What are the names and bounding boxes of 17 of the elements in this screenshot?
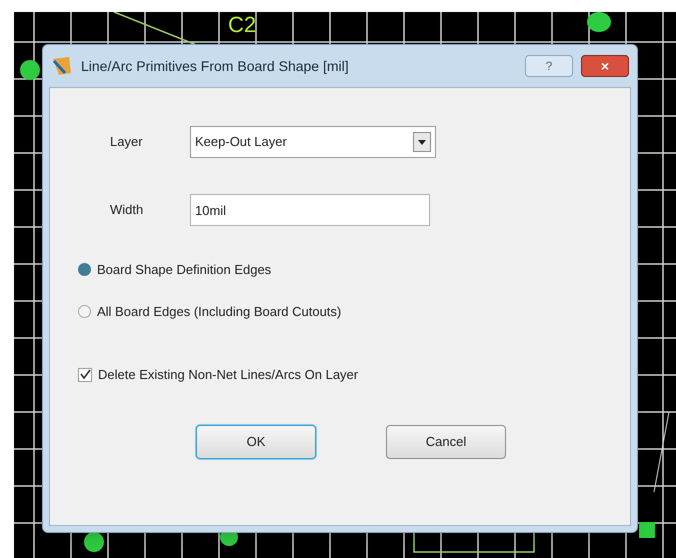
window-title: Line/Arc Primitives From Board Shape [mil]	[81, 56, 350, 76]
component-label: C2	[228, 14, 256, 36]
radio-option[interactable]: All Board Edges (Including Board Cutouts)	[78, 302, 630, 321]
close-button[interactable]: ×	[581, 55, 629, 77]
dialog-button[interactable]: Cancel	[386, 424, 506, 458]
radio-button[interactable]	[78, 263, 91, 276]
app-logo-icon	[51, 55, 73, 77]
width-label: Width	[110, 201, 144, 220]
radio-button[interactable]	[78, 304, 91, 318]
width-field[interactable]: 10mil	[190, 194, 430, 226]
radio-option[interactable]: Board Shape Definition Edges	[78, 260, 630, 280]
help-button[interactable]: ?	[525, 55, 573, 77]
checkbox[interactable]	[78, 368, 92, 382]
dialog-button[interactable]: OK	[196, 424, 316, 458]
delete-existing-checkbox-row[interactable]: Delete Existing Non-Net Lines/Arcs On Layer	[78, 365, 630, 384]
layer-label: Layer	[110, 133, 144, 152]
layer-dropdown[interactable]: Keep-Out Layer	[190, 126, 436, 158]
